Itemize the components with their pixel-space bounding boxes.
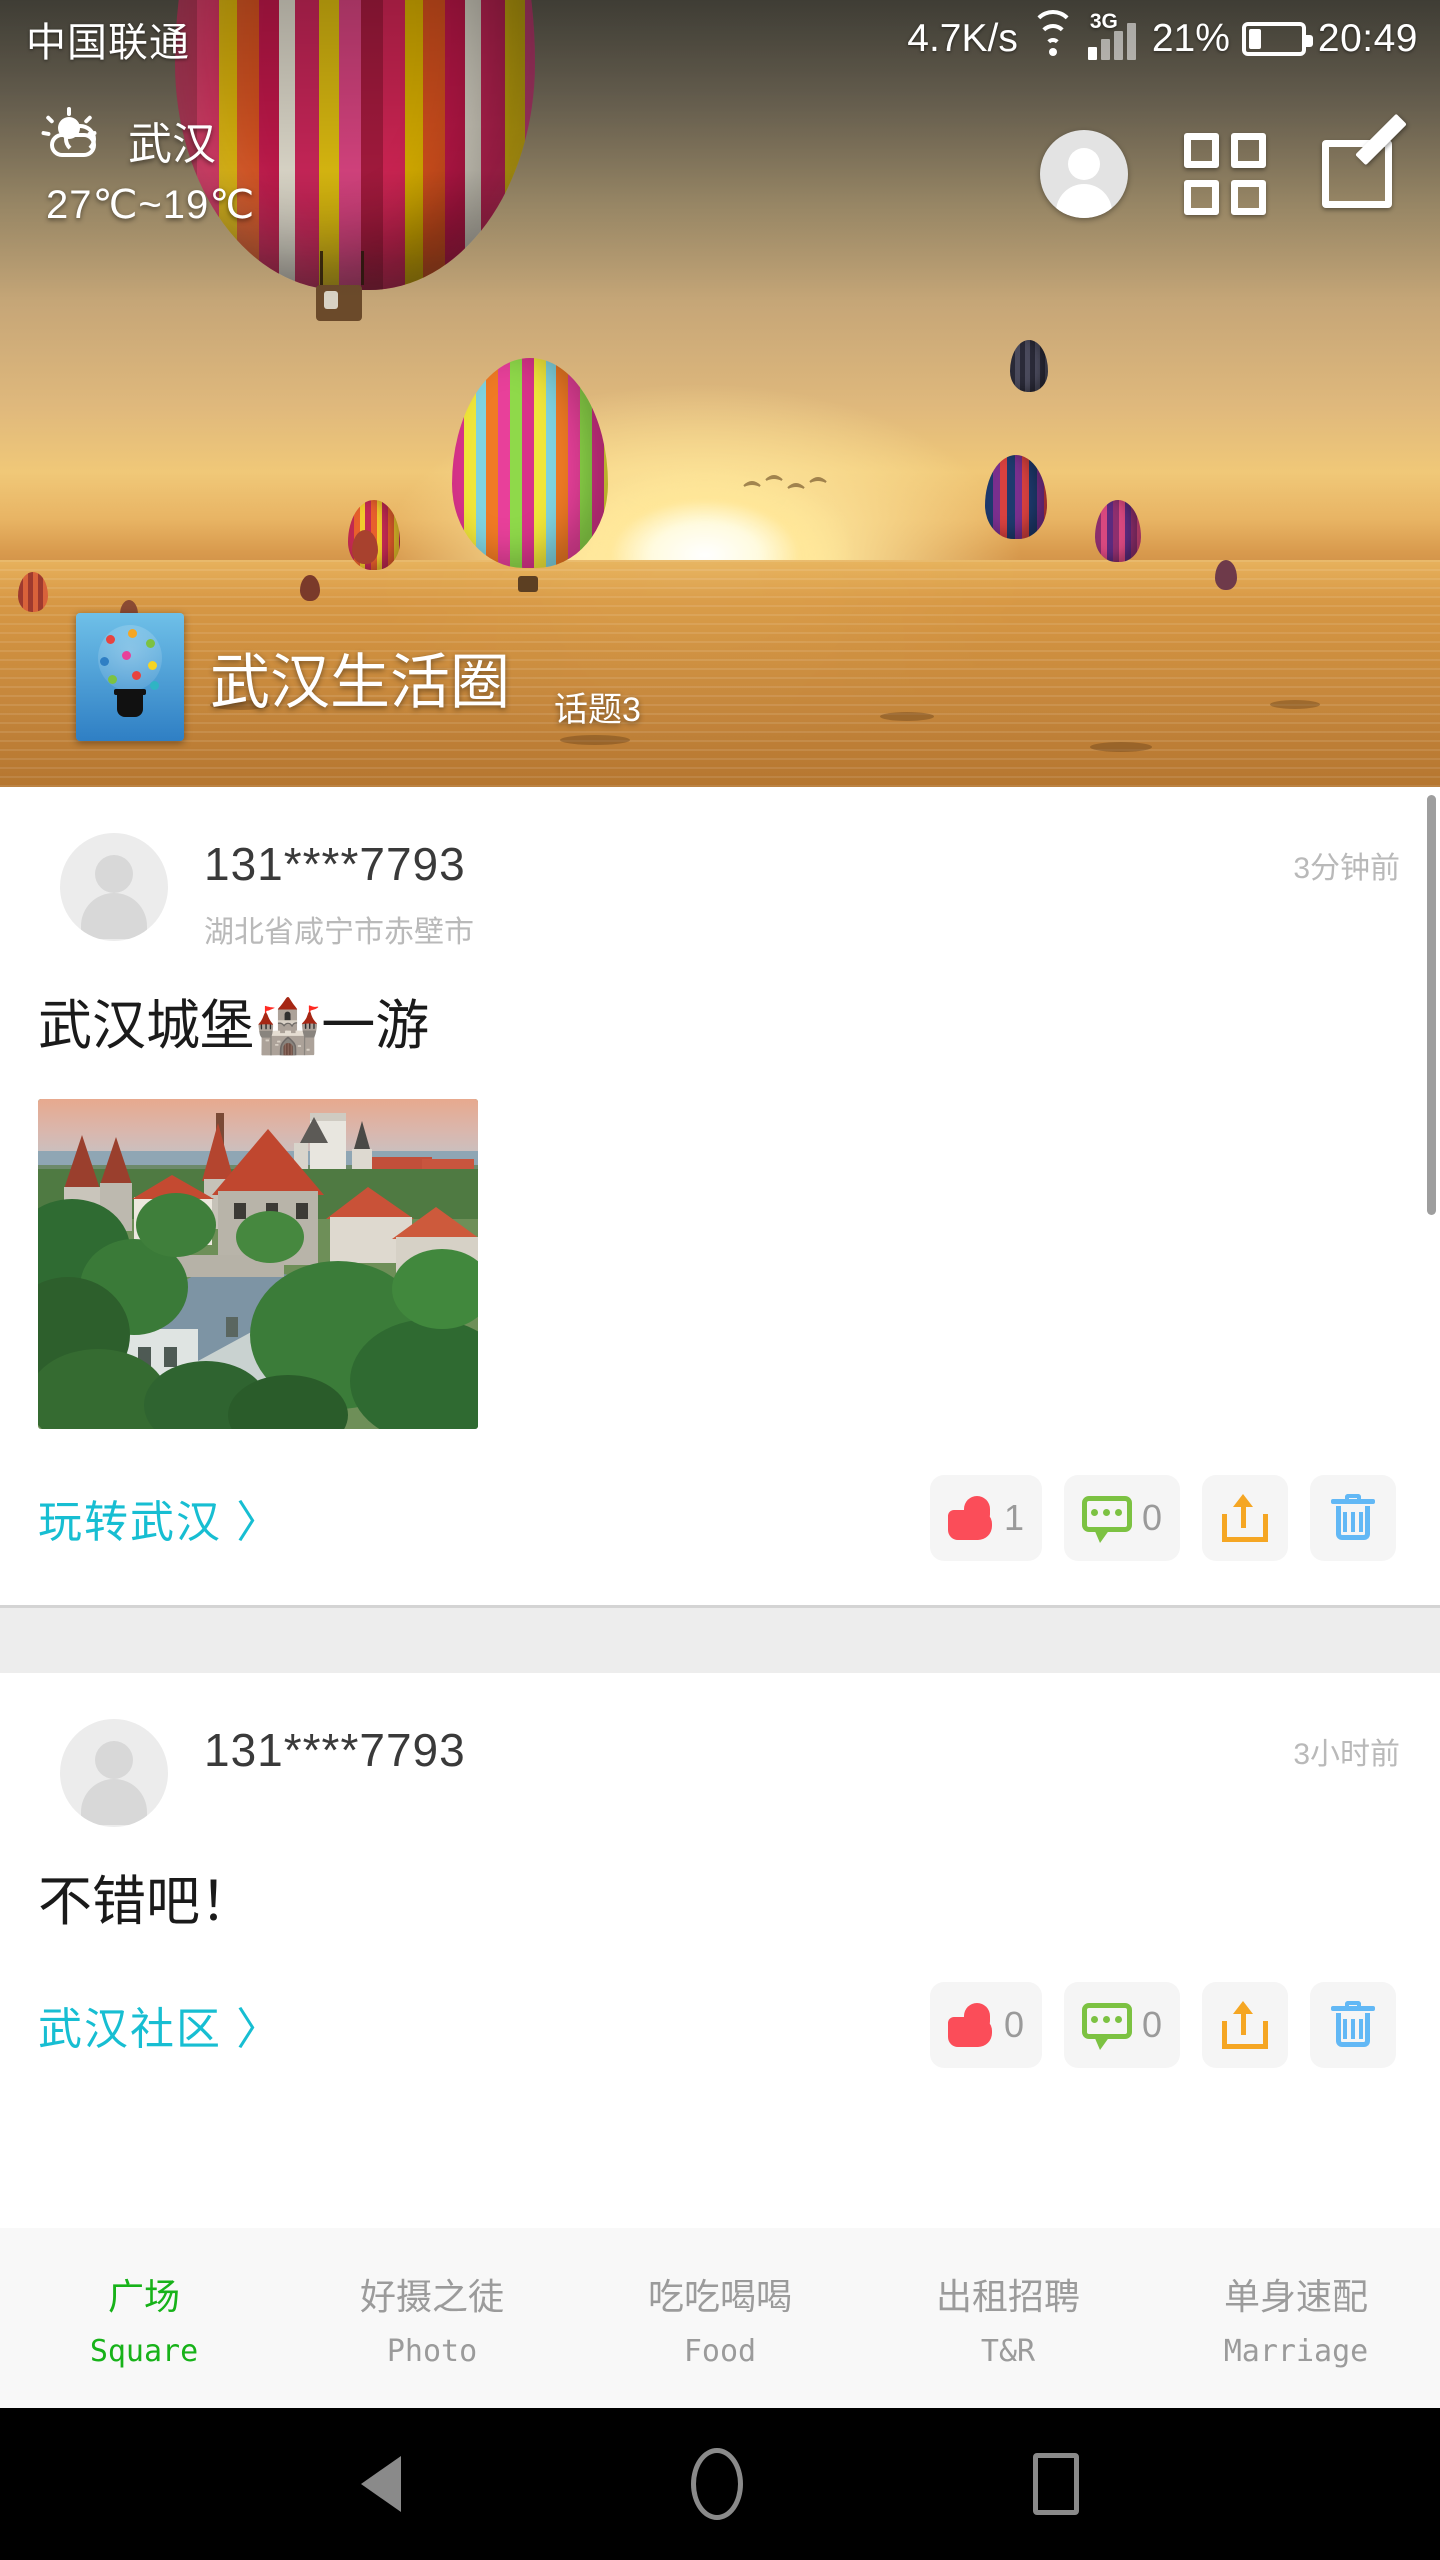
tab-square[interactable]: 广场 Square	[0, 2268, 288, 2369]
tab-food[interactable]: 吃吃喝喝 Food	[576, 2268, 864, 2369]
post-topic-link[interactable]: 武汉社区 〉	[38, 1993, 282, 2057]
tab-label-en: Square	[89, 2333, 199, 2369]
hot-air-balloon-small-7	[1215, 560, 1237, 590]
post-author-name[interactable]: 131****7793	[204, 837, 1293, 891]
vertical-scrollbar[interactable]	[1427, 795, 1436, 1215]
trash-icon	[1331, 2001, 1375, 2049]
tab-label-en: T&R	[980, 2333, 1036, 2369]
tab-label-cn: 好摄之徒	[359, 2275, 504, 2317]
delete-button[interactable]	[1310, 1474, 1396, 1561]
tab-label-cn: 广场	[107, 2275, 180, 2317]
default-user-avatar[interactable]	[60, 833, 168, 941]
thumbs-up-icon	[947, 1495, 994, 1540]
tab-label-cn: 吃吃喝喝	[647, 2275, 792, 2317]
post-item[interactable]: 131****7793 3小时前 不错吧！ 武汉社区 〉 0 0	[0, 1672, 1440, 2112]
user-avatar-icon[interactable]	[1040, 130, 1128, 218]
like-count: 0	[1003, 2004, 1024, 2045]
post-timestamp: 3分钟前	[1293, 852, 1400, 885]
hot-air-balloon-small-5	[352, 530, 378, 564]
comment-bubble-icon	[1081, 1495, 1132, 1543]
comment-button[interactable]: 0	[1063, 1474, 1180, 1561]
hot-air-balloon-small-6	[300, 575, 320, 601]
post-author-name[interactable]: 131****7793	[204, 1723, 1293, 1777]
post-header: 131****7793 3小时前	[0, 1673, 1440, 1827]
hot-air-balloon-small-8	[18, 572, 48, 612]
tab-label-cn: 单身速配	[1223, 2275, 1368, 2317]
thumbs-up-icon	[947, 2003, 994, 2047]
share-icon	[1222, 2001, 1268, 2049]
wifi-icon	[1030, 10, 1076, 56]
comment-button[interactable]: 0	[1063, 1982, 1180, 2068]
like-button[interactable]: 0	[929, 1982, 1042, 2068]
carrier-label: 中国联通	[26, 21, 190, 65]
post-timestamp: 3小时前	[1293, 1737, 1400, 1771]
status-bar: 中国联通 4.7K/s 3G 21% 20:49	[0, 0, 1440, 78]
tab-marriage[interactable]: 单身速配 Marriage	[1152, 2268, 1440, 2369]
battery-percent-label: 21%	[1151, 17, 1230, 60]
grid-menu-icon[interactable]	[1184, 133, 1266, 215]
group-cover-banner[interactable]: 中国联通 4.7K/s 3G 21% 20:49 武汉 27℃~19℃ 武汉生活…	[0, 0, 1440, 787]
home-circle-icon[interactable]	[691, 2448, 743, 2520]
recents-square-icon[interactable]	[1033, 2453, 1079, 2515]
post-text: 武汉城堡🏰一游	[38, 996, 430, 1056]
castle-town-photo[interactable]	[38, 1098, 478, 1429]
post-action-bar: 玩转武汉 〉 1 0	[0, 1429, 1440, 1605]
share-button[interactable]	[1202, 1474, 1288, 1561]
android-navigation-bar	[0, 2408, 1440, 2560]
tab-label-en: Marriage	[1223, 2333, 1369, 2369]
default-user-avatar[interactable]	[60, 1718, 168, 1827]
bottom-tab-bar: 广场 Square 好摄之徒 Photo 吃吃喝喝 Food 出租招聘 T&R …	[0, 2228, 1440, 2408]
tab-label-en: Food	[683, 2333, 757, 2369]
balloon-basket-second	[518, 576, 538, 592]
lightbulb-network-logo	[76, 613, 184, 741]
post-location: 湖北省咸宁市赤壁市	[204, 916, 474, 949]
weather-widget[interactable]: 武汉 27℃~19℃	[41, 107, 256, 228]
back-triangle-icon[interactable]	[361, 2456, 401, 2512]
post-header: 131****7793 湖北省咸宁市赤壁市 3分钟前	[0, 787, 1440, 951]
tab-label-en: Photo	[386, 2333, 478, 2369]
share-icon	[1222, 1493, 1268, 1542]
tab-label-cn: 出租招聘	[935, 2275, 1080, 2317]
post-text: 不错吧！	[38, 1871, 254, 1932]
comment-bubble-icon	[1081, 2003, 1132, 2050]
like-button[interactable]: 1	[929, 1474, 1042, 1561]
share-button[interactable]	[1202, 1982, 1288, 2068]
post-item[interactable]: 131****7793 湖北省咸宁市赤壁市 3分钟前 武汉城堡🏰一游 玩转武汉 …	[0, 787, 1440, 1605]
group-name-label: 武汉生活圈	[210, 648, 510, 716]
weather-city-label: 武汉	[128, 120, 216, 169]
group-topic-label: 话题3	[554, 691, 641, 729]
sun-behind-cloud-icon	[41, 107, 106, 165]
tab-photo[interactable]: 好摄之徒 Photo	[288, 2268, 576, 2369]
like-count: 1	[1003, 1496, 1024, 1538]
delete-button[interactable]	[1310, 1982, 1396, 2068]
compose-edit-icon[interactable]	[1322, 113, 1407, 214]
birds-icon	[743, 475, 827, 489]
post-topic-link[interactable]: 玩转武汉 〉	[38, 1486, 282, 1550]
group-identity[interactable]: 武汉生活圈 话题3	[76, 613, 641, 741]
header-actions	[1040, 113, 1407, 218]
network-speed-label: 4.7K/s	[907, 17, 1018, 60]
tab-rent-recruit[interactable]: 出租招聘 T&R	[864, 2268, 1152, 2369]
post-action-bar: 武汉社区 〉 0 0	[0, 1936, 1440, 2112]
feed-section-divider	[0, 1604, 1440, 1673]
trash-icon	[1331, 1493, 1375, 1542]
battery-icon	[1241, 22, 1313, 56]
weather-temperature-label: 27℃~19℃	[46, 183, 256, 227]
comment-count: 0	[1141, 1496, 1162, 1538]
comment-count: 0	[1141, 2004, 1162, 2045]
cellular-signal-icon: 3G	[1087, 10, 1140, 60]
clock-label: 20:49	[1317, 17, 1418, 60]
